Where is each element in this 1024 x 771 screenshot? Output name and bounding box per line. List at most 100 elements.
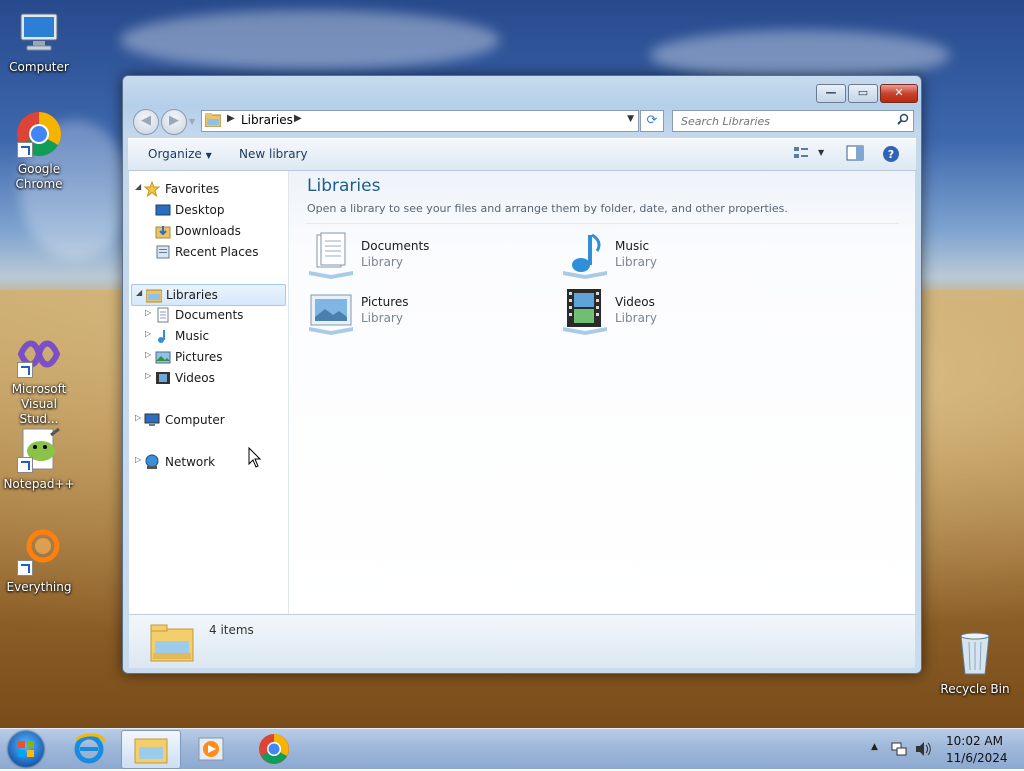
collapse-arrow-icon[interactable]: ◢	[135, 182, 143, 191]
cloud	[120, 10, 500, 70]
mouse-cursor-icon	[248, 447, 262, 468]
page-subtitle: Open a library to see your files and arr…	[307, 202, 788, 215]
system-tray: ▲ 10:02 AM 11/6/2024	[866, 729, 1024, 769]
back-button[interactable]: ◀	[133, 109, 159, 135]
documents-icon	[157, 307, 169, 323]
breadcrumb-libraries[interactable]: Libraries	[241, 113, 293, 127]
minimize-icon: —	[825, 86, 837, 99]
desktop-icon-visual-studio[interactable]: Microsoft Visual Stud...	[1, 330, 77, 427]
taskbar-media-player[interactable]	[182, 730, 240, 767]
search-box[interactable]	[672, 110, 914, 132]
computer-icon	[144, 413, 160, 426]
expand-arrow-icon[interactable]: ▷	[135, 413, 143, 422]
everything-icon	[15, 528, 63, 576]
desktop-icon-label: Everything	[6, 580, 72, 594]
library-music[interactable]: Music Library	[561, 231, 801, 279]
music-library-icon	[563, 233, 607, 279]
shortcut-arrow-icon	[17, 457, 33, 473]
library-type: Library	[615, 255, 657, 269]
clock-time[interactable]: 10:02 AM	[946, 734, 1003, 748]
content-pane: Libraries Open a library to see your fil…	[289, 171, 915, 614]
shortcut-arrow-icon	[17, 142, 33, 158]
videos-icon	[156, 372, 170, 384]
nav-label: Favorites	[165, 182, 220, 196]
expand-arrow-icon[interactable]: ▷	[145, 308, 153, 317]
expand-arrow-icon[interactable]: ▷	[145, 371, 153, 380]
library-videos[interactable]: Videos Library	[561, 287, 801, 335]
organize-button[interactable]: Organize ▼	[148, 147, 212, 161]
taskbar-internet-explorer[interactable]	[60, 730, 118, 767]
libraries-folder-icon	[205, 113, 221, 127]
view-options-icon	[794, 147, 808, 158]
breadcrumb-chevron-icon[interactable]: ▶	[227, 113, 235, 124]
recent-pages-dropdown[interactable]: ▼	[189, 117, 195, 126]
desktop-icon	[155, 204, 171, 216]
library-name: Documents	[361, 239, 430, 253]
desktop-icon-computer[interactable]: Computer	[1, 8, 77, 75]
library-documents[interactable]: Documents Library	[307, 231, 547, 279]
libraries-icon	[146, 289, 162, 303]
library-pictures[interactable]: Pictures Library	[307, 287, 547, 335]
address-dropdown-icon[interactable]: ▼	[627, 114, 634, 124]
view-dropdown-icon[interactable]: ▼	[818, 148, 824, 157]
page-title: Libraries	[307, 176, 381, 196]
visual-studio-icon	[15, 330, 63, 378]
media-player-icon	[198, 737, 224, 761]
star-icon	[144, 181, 160, 197]
library-name: Pictures	[361, 295, 409, 309]
close-button[interactable]: ✕	[880, 84, 918, 103]
nav-label: Network	[165, 455, 216, 469]
change-view-button[interactable]	[793, 145, 809, 164]
computer-icon	[15, 8, 63, 56]
new-library-button[interactable]: New library	[239, 147, 308, 161]
cloud	[650, 30, 950, 80]
nav-label: Libraries	[166, 288, 218, 302]
start-button[interactable]	[8, 731, 44, 767]
forward-button[interactable]: ▶	[161, 109, 187, 135]
search-input[interactable]	[679, 113, 883, 130]
show-hidden-icons-button[interactable]: ▲	[871, 742, 878, 752]
close-icon: ✕	[894, 86, 904, 99]
file-explorer-icon	[134, 738, 168, 764]
help-button[interactable]: ?	[882, 145, 900, 166]
nav-libraries[interactable]: ◢ Libraries	[131, 284, 286, 306]
network-icon	[145, 454, 159, 469]
nav-label: Documents	[175, 308, 244, 322]
downloads-icon	[155, 226, 171, 239]
desktop-icon-label: Microsoft Visual Stud...	[11, 382, 67, 426]
notepadpp-icon	[15, 425, 63, 473]
breadcrumb-chevron-icon[interactable]: ▶	[294, 113, 302, 124]
start-icon	[18, 741, 34, 757]
desktop-icon-chrome[interactable]: Google Chrome	[1, 110, 77, 192]
nav-label: Desktop	[175, 203, 225, 217]
network-status-icon[interactable]	[890, 740, 908, 758]
desktop-icon-notepadpp[interactable]: Notepad++	[1, 425, 77, 492]
desktop-icon-everything[interactable]: Everything	[1, 528, 77, 595]
pictures-icon	[155, 351, 171, 364]
taskbar-chrome[interactable]	[245, 730, 303, 767]
preview-pane-button[interactable]	[846, 145, 864, 164]
explorer-window: — ▭ ✕ ◀ ▶ ▼ ▶ Libraries ▶ ▼ ⟳ Organize ▼…	[122, 75, 922, 674]
nav-label: Pictures	[175, 350, 223, 364]
taskbar: ▲ 10:02 AM 11/6/2024	[0, 728, 1024, 769]
expand-arrow-icon[interactable]: ▷	[145, 329, 153, 338]
desktop-icon-label: Computer	[9, 60, 69, 74]
expand-arrow-icon[interactable]: ▷	[145, 350, 153, 359]
minimize-button[interactable]: —	[816, 84, 846, 103]
search-icon[interactable]	[897, 113, 909, 125]
clock-date[interactable]: 11/6/2024	[946, 751, 1008, 765]
nav-favorites[interactable]: ◢ Favorites	[129, 179, 287, 199]
taskbar-file-explorer[interactable]	[121, 730, 181, 769]
expand-arrow-icon[interactable]: ▷	[135, 455, 143, 464]
collapse-arrow-icon[interactable]: ◢	[136, 288, 144, 297]
chrome-icon	[259, 734, 289, 764]
maximize-button[interactable]: ▭	[848, 84, 878, 103]
details-pane: 4 items	[129, 614, 915, 668]
item-count: 4 items	[209, 623, 254, 637]
desktop-icon-label: Google Chrome	[15, 162, 63, 191]
desktop-icon-recycle-bin[interactable]: Recycle Bin	[940, 630, 1010, 697]
svg-text:?: ?	[888, 148, 894, 161]
volume-icon[interactable]	[914, 740, 932, 758]
address-bar[interactable]: ▶ Libraries ▶ ▼	[201, 110, 639, 132]
refresh-button[interactable]: ⟳	[640, 110, 664, 132]
